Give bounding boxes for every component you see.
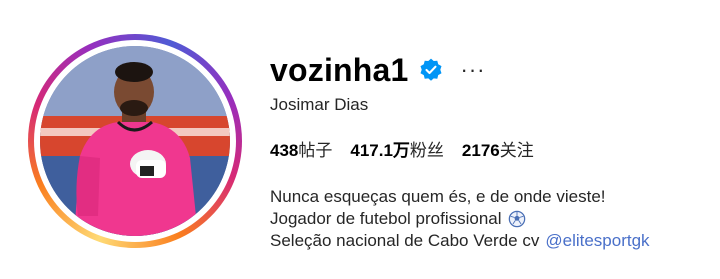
soccer-ball-icon	[508, 210, 525, 228]
goalkeeper-photo	[40, 46, 230, 236]
bio-line: Seleção nacional de Cabo Verde cv @elite…	[270, 230, 650, 252]
more-options-icon[interactable]: ···	[461, 59, 486, 81]
username: vozinha1	[270, 52, 409, 88]
username-row: vozinha1 ···	[270, 50, 486, 90]
verified-badge-icon	[420, 58, 442, 81]
full-name: Josimar Dias	[270, 95, 369, 114]
followers-count[interactable]: 417.1万粉丝	[350, 136, 444, 161]
profile-stats: 438帖子 417.1万粉丝 2176关注	[270, 136, 534, 161]
profile-avatar[interactable]	[28, 34, 242, 248]
bio: Nunca esqueças quem és, e de onde vieste…	[270, 186, 650, 252]
bio-line: Nunca esqueças quem és, e de onde vieste…	[270, 187, 606, 206]
following-count[interactable]: 2176关注	[462, 136, 534, 161]
posts-count: 438帖子	[270, 141, 333, 160]
mention-link[interactable]: @elitesportgk	[545, 230, 649, 252]
avatar-photo	[40, 46, 230, 236]
bio-line: Jogador de futebol profissional	[270, 208, 650, 230]
